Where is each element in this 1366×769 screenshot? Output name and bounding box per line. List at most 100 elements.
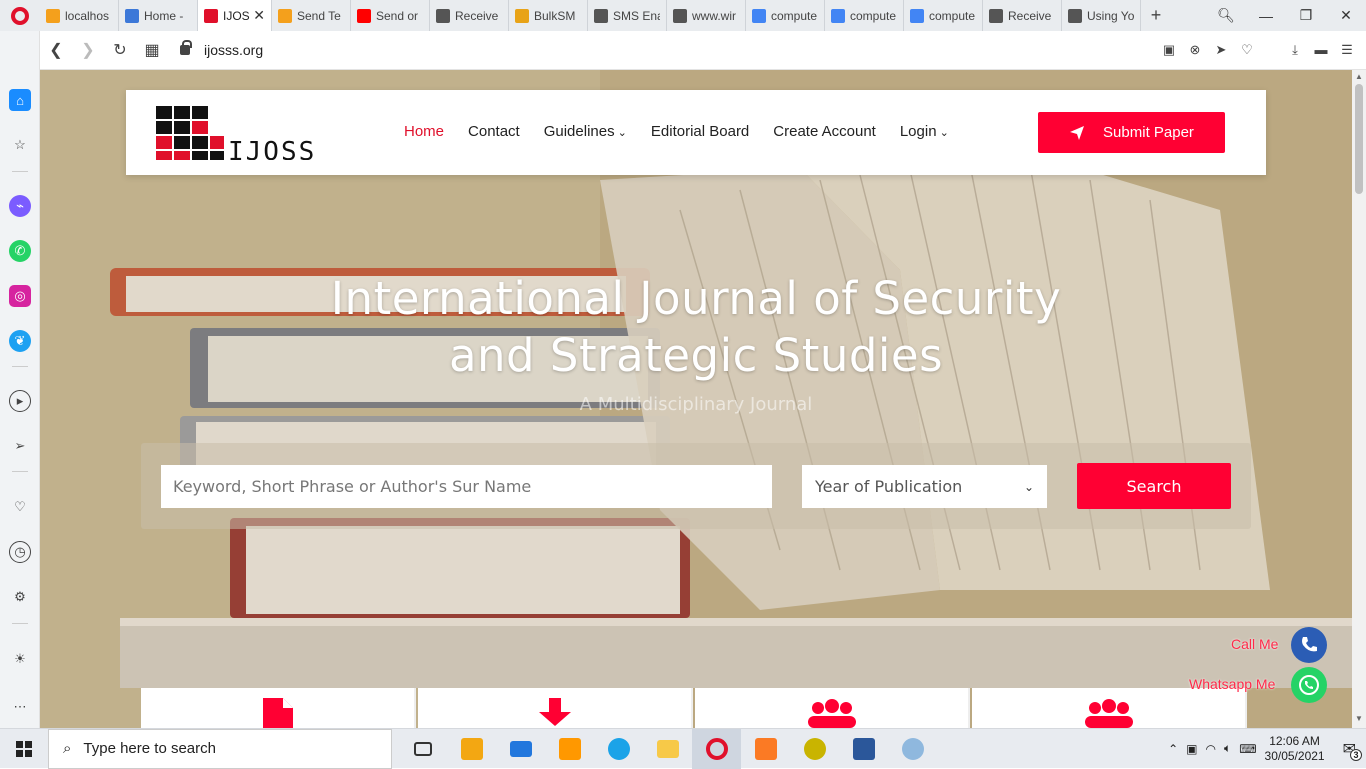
browser-tab[interactable]: SMS Ena — [588, 0, 667, 31]
new-tab-button[interactable]: + — [1141, 5, 1171, 26]
xampp-icon[interactable] — [741, 729, 790, 769]
tab-close-icon[interactable]: ✕ — [253, 7, 265, 24]
browser-tab[interactable]: localhos — [40, 0, 119, 31]
settings-gear-icon[interactable]: ⚙ — [9, 586, 31, 608]
word-icon[interactable] — [839, 729, 888, 769]
close-window-button[interactable]: ✕ — [1326, 7, 1366, 24]
url-field[interactable]: ijosss.org — [180, 40, 263, 58]
home-icon[interactable]: ⌂ — [9, 89, 31, 111]
taskbar-search-box[interactable]: ⌕ Type here to search — [48, 728, 392, 769]
minimize-button[interactable]: — — [1246, 8, 1286, 24]
more-icon[interactable]: ⋯ — [9, 696, 31, 718]
feature-card[interactable] — [695, 688, 970, 728]
browser-tab[interactable]: compute — [825, 0, 904, 31]
browser-tab[interactable]: www.wir — [667, 0, 746, 31]
phone-icon[interactable] — [1291, 627, 1327, 663]
main-nav: Home Contact Guidelines ⌄ Editorial Board Cr… — [404, 123, 949, 140]
tab-search-icon[interactable]: 🔍︎ — [1206, 7, 1246, 24]
chevron-up-icon[interactable]: ⌃ — [1168, 742, 1178, 756]
send-icon[interactable]: ➤ — [1214, 43, 1228, 57]
nav-item-create-account[interactable]: Create Account — [773, 123, 876, 140]
instagram-icon[interactable]: ◎ — [9, 285, 31, 307]
nav-item-home[interactable]: Home — [404, 123, 444, 140]
wifi-icon[interactable]: ◠ — [1206, 742, 1216, 756]
forward-button[interactable]: ❯ — [72, 40, 104, 60]
volume-icon[interactable]: 🔈︎ — [1224, 741, 1231, 756]
maximize-button[interactable]: ❐ — [1286, 7, 1326, 24]
keyword-search-input[interactable] — [161, 465, 772, 508]
messenger-icon[interactable]: ⌁ — [9, 195, 31, 217]
nav-item-guidelines[interactable]: Guidelines ⌄ — [544, 123, 627, 140]
adblock-icon[interactable]: ⊗ — [1188, 43, 1202, 57]
call-me-label[interactable]: Call Me — [1231, 636, 1278, 652]
twitter-icon[interactable]: ❦ — [9, 330, 31, 352]
file-explorer-icon[interactable] — [643, 729, 692, 769]
submit-paper-button[interactable]: Submit Paper — [1038, 112, 1225, 153]
tab-favicon-icon — [831, 8, 845, 23]
browser-tab[interactable]: Receive — [983, 0, 1062, 31]
battery-icon[interactable]: ▬ — [1314, 43, 1328, 57]
whatsapp-me-label[interactable]: Whatsapp Me — [1189, 676, 1275, 692]
page-scrollbar[interactable]: ▲ ▼ — [1352, 70, 1366, 728]
tab-favicon-icon — [46, 8, 60, 23]
feature-card[interactable] — [418, 688, 693, 728]
browser-tab[interactable]: compute — [746, 0, 825, 31]
browser-tab[interactable]: Using Yo — [1062, 0, 1141, 31]
history-icon[interactable]: ◷ — [9, 541, 31, 563]
nav-item-editorial-board[interactable]: Editorial Board — [651, 123, 749, 140]
feature-card[interactable] — [141, 688, 416, 728]
edge-icon[interactable] — [594, 729, 643, 769]
browser-tab[interactable]: IJOS ✕ — [198, 0, 272, 31]
nav-item-contact[interactable]: Contact — [468, 123, 520, 140]
browser-tab[interactable]: Home - — [119, 0, 198, 31]
scroll-up-arrow-icon[interactable]: ▲ — [1355, 72, 1363, 81]
browser-tab[interactable]: Receive — [430, 0, 509, 31]
search-panel: Year of Publication ⌄ Search — [141, 443, 1251, 529]
hero-subtitle: A Multidisciplinary Journal — [579, 394, 813, 415]
player-icon[interactable]: ▸ — [9, 390, 31, 412]
download-icon[interactable]: ⤓ — [1288, 43, 1302, 57]
year-of-publication-select[interactable]: Year of Publication ⌄ — [802, 465, 1047, 508]
store-icon[interactable] — [447, 729, 496, 769]
heart-icon[interactable]: ♡ — [1240, 43, 1254, 57]
hero-title-line-2: and Strategic Studies — [448, 329, 944, 382]
browser-tab[interactable]: Send or — [351, 0, 430, 31]
input-indicator-icon[interactable]: ⌨︎ — [1239, 742, 1256, 756]
reload-button[interactable]: ↻ — [104, 40, 136, 60]
feature-card[interactable] — [972, 688, 1247, 728]
opera-menu-button[interactable] — [0, 0, 40, 31]
wamp-icon[interactable] — [790, 729, 839, 769]
back-button[interactable]: ❮ — [40, 40, 72, 60]
tray-app-icon[interactable]: ▣ — [1186, 742, 1197, 756]
sublime-text-icon[interactable] — [545, 729, 594, 769]
whatsapp-icon[interactable] — [1291, 667, 1327, 703]
star-icon[interactable]: ☆ — [9, 134, 31, 156]
camera-icon[interactable]: ▣ — [1162, 43, 1176, 57]
browser-tab[interactable]: Send Te — [272, 0, 351, 31]
whatsapp-icon[interactable]: ✆ — [9, 240, 31, 262]
nav-item-login[interactable]: Login ⌄ — [900, 123, 949, 140]
paint-icon[interactable] — [888, 729, 937, 769]
search-button[interactable]: Search — [1077, 463, 1231, 509]
clock-time: 12:06 AM — [1269, 733, 1320, 748]
browser-tab[interactable]: BulkSM — [509, 0, 588, 31]
browser-tab[interactable]: compute — [904, 0, 983, 31]
document-icon — [262, 698, 293, 728]
scrollbar-thumb[interactable] — [1355, 84, 1363, 194]
lock-icon — [180, 40, 192, 55]
tips-lightbulb-icon[interactable]: ☀ — [9, 648, 31, 670]
start-button[interactable] — [0, 729, 48, 769]
taskbar-clock[interactable]: 12:06 AM 30/05/2021 — [1265, 734, 1325, 764]
mail-icon[interactable] — [496, 729, 545, 769]
ijosss-logo[interactable]: IJOSSS — [156, 106, 316, 160]
easy-setup-icon[interactable]: ☰ — [1340, 43, 1354, 57]
bookmarks-heart-icon[interactable]: ♡ — [9, 496, 31, 518]
notification-center-icon[interactable]: ✉︎ 3 — [1343, 739, 1362, 761]
opera-taskbar-icon[interactable] — [692, 728, 741, 769]
windows-taskbar: ⌕ Type here to search ⌃ ▣ ◠ 🔈︎ ⌨︎ 12:06 … — [0, 728, 1366, 769]
flow-icon[interactable]: ➢ — [9, 435, 31, 457]
speed-dial-icon[interactable]: ▦ — [136, 40, 168, 60]
nav-item-label: Contact — [468, 123, 520, 140]
scroll-down-arrow-icon[interactable]: ▼ — [1355, 714, 1363, 723]
task-view-icon[interactable] — [398, 729, 447, 769]
